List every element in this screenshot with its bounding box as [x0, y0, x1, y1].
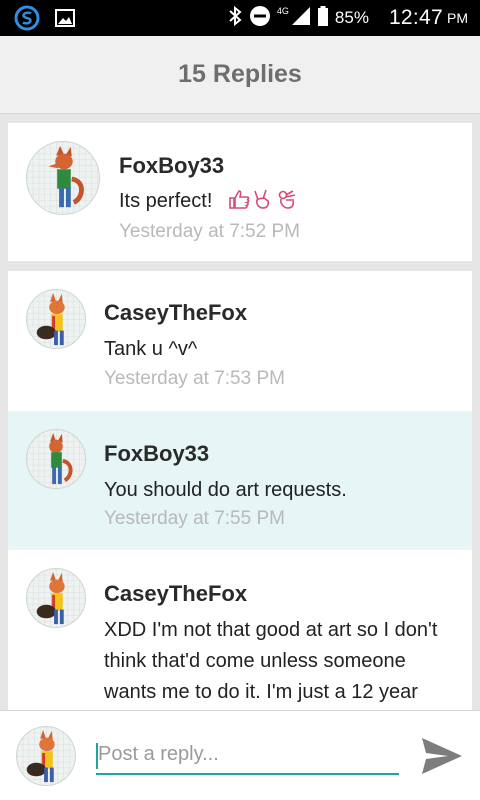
- reply-text-line: think that'd come unless someone: [104, 650, 406, 672]
- reply-text-line: wants me to do it. I'm just a 12 year: [104, 681, 418, 703]
- replies-list[interactable]: FoxBoy33 Its perfect! Yesterday at 7:52 …: [0, 114, 480, 710]
- reply-username[interactable]: FoxBoy33: [104, 441, 209, 467]
- reaction-emoji-group: [228, 189, 298, 209]
- avatar[interactable]: [26, 429, 86, 489]
- avatar[interactable]: [26, 141, 100, 215]
- reply-username[interactable]: FoxBoy33: [119, 153, 224, 179]
- reply-text: Its perfect!: [119, 186, 298, 217]
- header: 15 Replies: [0, 36, 480, 114]
- reply-card[interactable]: FoxBoy33 Its perfect! Yesterday at 7:52 …: [8, 123, 472, 261]
- reply-text: You should do art requests.: [104, 479, 347, 501]
- clock-ampm: PM: [447, 10, 468, 26]
- clock-time: 12:47: [388, 6, 443, 29]
- reply-input[interactable]: [96, 735, 399, 775]
- image-notification-icon: [54, 7, 76, 34]
- reply-timestamp: Yesterday at 7:53 PM: [104, 368, 285, 389]
- page-title: 15 Replies: [178, 60, 302, 88]
- victory-hand-icon: [254, 189, 269, 209]
- reply-bar: [0, 710, 480, 800]
- bluetooth-icon: [227, 5, 243, 32]
- reply-timestamp: Yesterday at 7:55 PM: [104, 508, 285, 529]
- do-not-disturb-icon: [249, 5, 271, 32]
- reply-timestamp: Yesterday at 7:52 PM: [119, 221, 300, 242]
- reply-username[interactable]: CaseyTheFox: [104, 300, 247, 326]
- battery-icon: [317, 5, 329, 32]
- reply-card[interactable]: CaseyTheFox XDD I'm not that good at art…: [8, 550, 472, 710]
- reply-text-line: XDD I'm not that good at art so I don't: [104, 619, 438, 641]
- current-user-avatar[interactable]: [16, 726, 76, 786]
- battery-percent: 85%: [334, 8, 369, 27]
- reply-card-highlighted[interactable]: FoxBoy33 You should do art requests. Yes…: [8, 411, 472, 550]
- avatar[interactable]: [26, 568, 86, 628]
- send-icon: [422, 738, 462, 774]
- ok-hand-icon: [278, 190, 296, 209]
- reply-username[interactable]: CaseyTheFox: [104, 581, 247, 607]
- text-cursor: [96, 743, 98, 769]
- thumbs-up-icon: [229, 190, 250, 209]
- reply-text-content: Its perfect!: [119, 190, 213, 212]
- reply-card[interactable]: CaseyTheFox Tank u ^v^ Yesterday at 7:53…: [8, 271, 472, 411]
- reply-text: Tank u ^v^: [104, 338, 198, 360]
- status-bar: 4G 85% 12:47 PM: [0, 0, 480, 36]
- reply-text: XDD I'm not that good at art so I don't …: [104, 615, 437, 708]
- network-type-label: 4G: [276, 6, 289, 16]
- signal-icon: [291, 6, 311, 31]
- avatar[interactable]: [26, 289, 86, 349]
- send-button[interactable]: [418, 735, 464, 777]
- sync-app-icon: [14, 5, 40, 36]
